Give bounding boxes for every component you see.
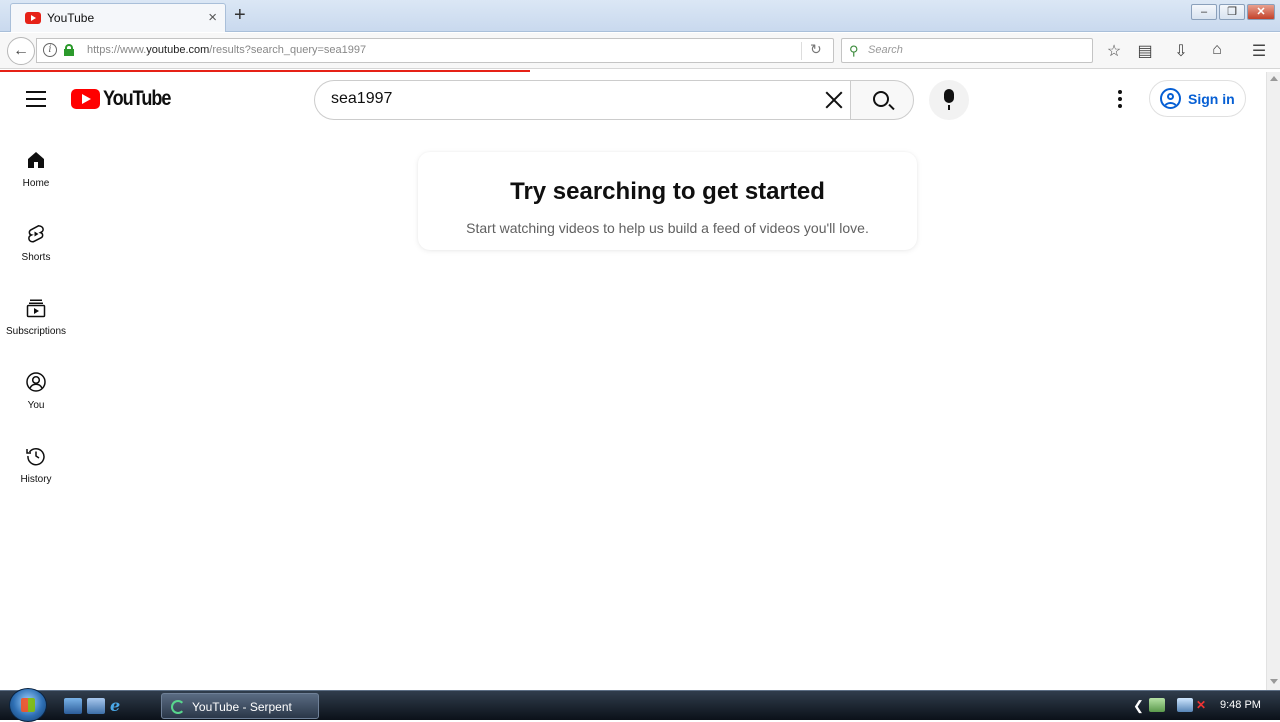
sidebar-item-label: Shorts	[21, 252, 51, 263]
youtube-favicon-icon	[25, 12, 41, 24]
sidebar-item-label: You	[27, 400, 45, 411]
search-box[interactable]	[314, 80, 851, 120]
taskbar-button-youtube[interactable]: YouTube - Serpent	[161, 693, 319, 719]
network-icon[interactable]	[1177, 698, 1193, 712]
sign-in-label: Sign in	[1188, 91, 1235, 107]
show-hidden-icons-icon[interactable]: ❮	[1133, 698, 1144, 714]
browser-search-placeholder: Search	[868, 44, 903, 56]
sidebar-item-history[interactable]: History	[0, 438, 72, 504]
sidebar-item-you[interactable]: You	[0, 364, 72, 430]
minimize-button[interactable]: –	[1191, 4, 1217, 20]
shorts-icon	[28, 225, 44, 243]
clear-search-icon[interactable]	[822, 88, 846, 112]
internet-explorer-icon[interactable]: e	[110, 698, 128, 714]
vertical-scrollbar[interactable]	[1266, 72, 1280, 690]
browser-toolbar: ← i https://www.youtube.com/results?sear…	[0, 33, 1280, 69]
sidebar-item-shorts[interactable]: Shorts	[0, 216, 72, 282]
reading-list-icon[interactable]: ▤	[1135, 41, 1155, 61]
start-button[interactable]	[9, 688, 47, 722]
search-button[interactable]	[850, 80, 914, 120]
sidebar-item-label: Subscriptions	[5, 326, 67, 337]
youtube-page: YouTube Sign in Home Shorts Subscription…	[0, 72, 1266, 690]
empty-feed-title: Try searching to get started	[510, 178, 825, 205]
taskbar-clock[interactable]: 9:48 PM	[1220, 699, 1261, 711]
windows-taskbar: e YouTube - Serpent ❮ ✕ 9:48 PM	[0, 688, 1280, 722]
close-window-button[interactable]: ✕	[1247, 4, 1275, 20]
tab-title: YouTube	[47, 11, 95, 25]
empty-feed-card: Try searching to get started Start watch…	[418, 152, 917, 250]
browser-search-field[interactable]: ⚲ Search	[841, 38, 1093, 63]
tray-app-icon[interactable]	[1149, 698, 1165, 712]
serpent-browser-icon	[171, 700, 185, 714]
voice-search-button[interactable]	[929, 80, 969, 120]
url-separator	[801, 42, 802, 60]
new-tab-button[interactable]: +	[234, 4, 246, 27]
search-engine-icon[interactable]: ⚲	[849, 43, 859, 59]
lock-icon	[64, 44, 74, 56]
scroll-down-icon[interactable]	[1270, 679, 1278, 684]
sidebar-item-home[interactable]: Home	[0, 142, 72, 208]
youtube-play-icon	[71, 89, 100, 109]
sidebar-item-label: Home	[22, 178, 50, 189]
settings-more-icon[interactable]	[1118, 90, 1122, 108]
tab-youtube[interactable]: YouTube ×	[10, 3, 226, 32]
sidebar-item-subscriptions[interactable]: Subscriptions	[0, 290, 72, 356]
home-page-icon[interactable]: ⌂	[1207, 41, 1227, 59]
home-icon	[28, 152, 44, 168]
browser-titlebar: YouTube × + – ❐ ✕	[0, 0, 1280, 32]
scroll-up-icon[interactable]	[1270, 76, 1278, 81]
guide-menu-button[interactable]	[26, 91, 46, 107]
youtube-logo[interactable]: YouTube	[71, 87, 181, 110]
maximize-button[interactable]: ❐	[1219, 4, 1245, 20]
url-path: /results?search_query=sea1997	[209, 44, 367, 56]
subscriptions-icon	[26, 299, 46, 318]
tab-close-icon[interactable]: ×	[208, 9, 217, 26]
you-icon	[26, 372, 46, 392]
empty-feed-subtitle: Start watching videos to help us build a…	[466, 220, 869, 236]
url-text[interactable]: https://www.youtube.com/results?search_q…	[87, 44, 366, 56]
youtube-logo-text: YouTube	[103, 87, 171, 110]
info-icon[interactable]: i	[43, 43, 57, 57]
sidebar-item-label: History	[20, 474, 52, 485]
download-icon[interactable]: ⇩	[1171, 41, 1191, 61]
search-input[interactable]	[331, 90, 811, 108]
account-icon	[1160, 88, 1181, 109]
volume-muted-icon[interactable]: ✕	[1196, 698, 1212, 712]
browser-menu-icon[interactable]: ☰	[1249, 41, 1269, 61]
reload-icon[interactable]: ↻	[810, 41, 822, 58]
sign-in-button[interactable]: Sign in	[1149, 80, 1246, 117]
search-icon	[873, 91, 889, 107]
url-host: youtube.com	[146, 44, 210, 56]
taskbar-button-label: YouTube - Serpent	[192, 700, 292, 714]
bookmark-star-icon[interactable]: ☆	[1104, 41, 1124, 61]
show-desktop-icon[interactable]	[64, 698, 82, 714]
back-button[interactable]: ←	[7, 37, 35, 65]
url-prefix: https://www.	[87, 44, 147, 56]
history-icon	[26, 447, 45, 466]
url-bar[interactable]: i https://www.youtube.com/results?search…	[36, 38, 834, 63]
switch-windows-icon[interactable]	[87, 698, 105, 714]
microphone-icon	[944, 89, 954, 110]
